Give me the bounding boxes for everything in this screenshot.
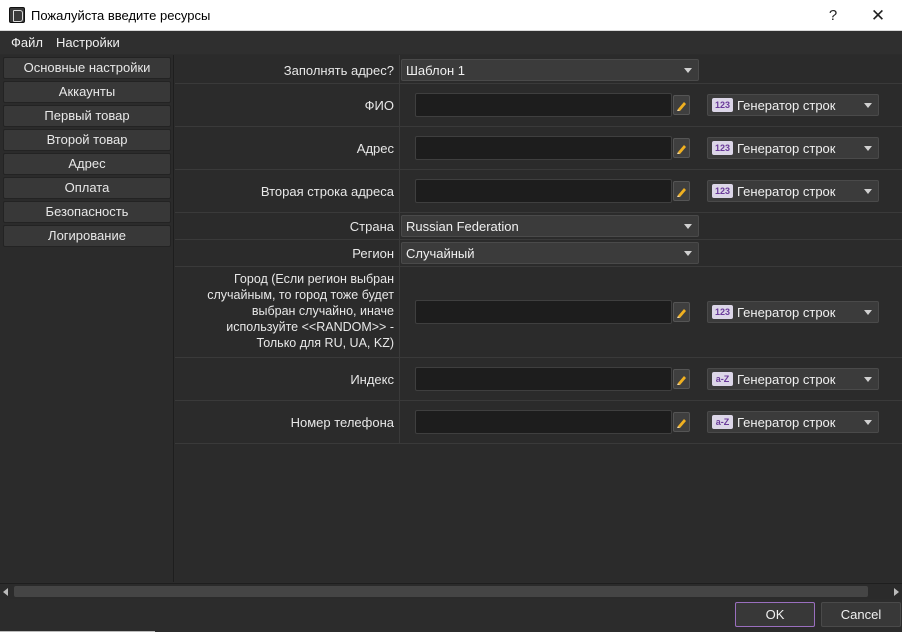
- window-title: Пожалуйста введите ресурсы: [31, 8, 211, 23]
- sidebar-item-second-product[interactable]: Второй товар: [3, 129, 171, 151]
- fill-address-label: Заполнять адрес?: [283, 63, 394, 78]
- close-button[interactable]: ✕: [858, 0, 898, 31]
- menu-settings[interactable]: Настройки: [56, 35, 120, 50]
- address2-label: Вторая строка адреса: [260, 184, 394, 199]
- title-bar: Пожалуйста введите ресурсы ? ✕: [0, 0, 902, 31]
- sidebar-item-logging[interactable]: Логирование: [3, 225, 171, 247]
- city-label-line: используйте <<RANDOM>> -: [226, 320, 394, 334]
- country-select[interactable]: Russian Federation: [401, 215, 699, 237]
- pencil-icon: [677, 188, 686, 197]
- city-label: Город (Если регион выбран случайным, то …: [195, 271, 394, 351]
- scroll-right-icon[interactable]: [894, 588, 899, 596]
- city-input[interactable]: [415, 300, 672, 324]
- chevron-down-icon: [684, 251, 692, 256]
- region-value: Случайный: [406, 246, 475, 261]
- sidebar-item-address[interactable]: Адрес: [3, 153, 171, 175]
- fill-address-select[interactable]: Шаблон 1: [401, 59, 699, 81]
- address-generator-select[interactable]: 123 Генератор строк: [707, 137, 879, 159]
- address-generator-value: Генератор строк: [737, 141, 836, 156]
- chevron-down-icon: [864, 146, 872, 151]
- phone-generator-select[interactable]: a-Z Генератор строк: [707, 411, 879, 433]
- address2-generator-select[interactable]: 123 Генератор строк: [707, 180, 879, 202]
- number-generator-icon: 123: [712, 98, 733, 112]
- number-generator-icon: 123: [712, 305, 733, 319]
- chevron-down-icon: [864, 189, 872, 194]
- pencil-icon: [677, 102, 686, 111]
- region-label: Регион: [352, 246, 394, 261]
- index-generator-select[interactable]: a-Z Генератор строк: [707, 368, 879, 390]
- chevron-down-icon: [864, 420, 872, 425]
- city-label-line: выбран случайно, иначе: [251, 304, 394, 318]
- fio-input[interactable]: [415, 93, 672, 117]
- row-index: Индекс a-Z Генератор строк: [175, 358, 902, 401]
- number-generator-icon: 123: [712, 184, 733, 198]
- address-label: Адрес: [356, 141, 394, 156]
- text-generator-icon: a-Z: [712, 415, 733, 429]
- horizontal-scrollbar[interactable]: [0, 583, 902, 599]
- menu-bar: Файл Настройки: [0, 31, 902, 54]
- index-edit-button[interactable]: [673, 369, 690, 389]
- app-icon: [9, 7, 25, 23]
- dialog-footer: OK Cancel: [0, 599, 902, 632]
- chevron-down-icon: [864, 310, 872, 315]
- menu-file[interactable]: Файл: [11, 35, 43, 50]
- sidebar-item-accounts[interactable]: Аккаунты: [3, 81, 171, 103]
- cancel-button[interactable]: Cancel: [821, 602, 901, 627]
- row-phone: Номер телефона a-Z Генератор строк: [175, 401, 902, 444]
- row-fio: ФИО 123 Генератор строк: [175, 84, 902, 127]
- address2-generator-value: Генератор строк: [737, 184, 836, 199]
- phone-label: Номер телефона: [290, 415, 394, 430]
- row-address2: Вторая строка адреса 123 Генератор строк: [175, 170, 902, 213]
- row-region: Регион Случайный: [175, 240, 902, 267]
- sidebar-item-security[interactable]: Безопасность: [3, 201, 171, 223]
- sidebar: Основные настройки Аккаунты Первый товар…: [0, 55, 174, 582]
- city-edit-button[interactable]: [673, 302, 690, 322]
- pencil-icon: [677, 309, 686, 318]
- index-input[interactable]: [415, 367, 672, 391]
- sidebar-item-main-settings[interactable]: Основные настройки: [3, 57, 171, 79]
- chevron-down-icon: [684, 68, 692, 73]
- pencil-icon: [677, 419, 686, 428]
- city-generator-select[interactable]: 123 Генератор строк: [707, 301, 879, 323]
- address2-edit-button[interactable]: [673, 181, 690, 201]
- fill-address-value: Шаблон 1: [406, 63, 465, 78]
- text-generator-icon: a-Z: [712, 372, 733, 386]
- country-label: Страна: [349, 219, 394, 234]
- fio-generator-select[interactable]: 123 Генератор строк: [707, 94, 879, 116]
- chevron-down-icon: [684, 224, 692, 229]
- sidebar-item-first-product[interactable]: Первый товар: [3, 105, 171, 127]
- city-generator-value: Генератор строк: [737, 305, 836, 320]
- pencil-icon: [677, 145, 686, 154]
- row-fill-address: Заполнять адрес? Шаблон 1: [175, 55, 902, 84]
- sidebar-item-payment[interactable]: Оплата: [3, 177, 171, 199]
- city-label-line: случайным, то город тоже будет: [207, 288, 394, 302]
- chevron-down-icon: [864, 377, 872, 382]
- help-button[interactable]: ?: [813, 0, 853, 31]
- city-label-line: Только для RU, UA, KZ): [256, 336, 394, 350]
- pencil-icon: [677, 376, 686, 385]
- row-country: Страна Russian Federation: [175, 213, 902, 240]
- phone-edit-button[interactable]: [673, 412, 690, 432]
- city-label-line: Город (Если регион выбран: [233, 272, 394, 286]
- address-input[interactable]: [415, 136, 672, 160]
- address-edit-button[interactable]: [673, 138, 690, 158]
- scrollbar-thumb[interactable]: [14, 586, 868, 597]
- phone-generator-value: Генератор строк: [737, 415, 836, 430]
- fio-label: ФИО: [364, 98, 394, 113]
- scroll-left-icon[interactable]: [3, 588, 8, 596]
- number-generator-icon: 123: [712, 141, 733, 155]
- index-label: Индекс: [350, 372, 394, 387]
- country-value: Russian Federation: [406, 219, 519, 234]
- fio-edit-button[interactable]: [673, 95, 690, 115]
- row-city: Город (Если регион выбран случайным, то …: [175, 267, 902, 358]
- index-generator-value: Генератор строк: [737, 372, 836, 387]
- fio-generator-value: Генератор строк: [737, 98, 836, 113]
- chevron-down-icon: [864, 103, 872, 108]
- address-form: Заполнять адрес? Шаблон 1 ФИО 123 Генера…: [175, 55, 902, 582]
- address2-input[interactable]: [415, 179, 672, 203]
- phone-input[interactable]: [415, 410, 672, 434]
- region-select[interactable]: Случайный: [401, 242, 699, 264]
- row-address: Адрес 123 Генератор строк: [175, 127, 902, 170]
- ok-button[interactable]: OK: [735, 602, 815, 627]
